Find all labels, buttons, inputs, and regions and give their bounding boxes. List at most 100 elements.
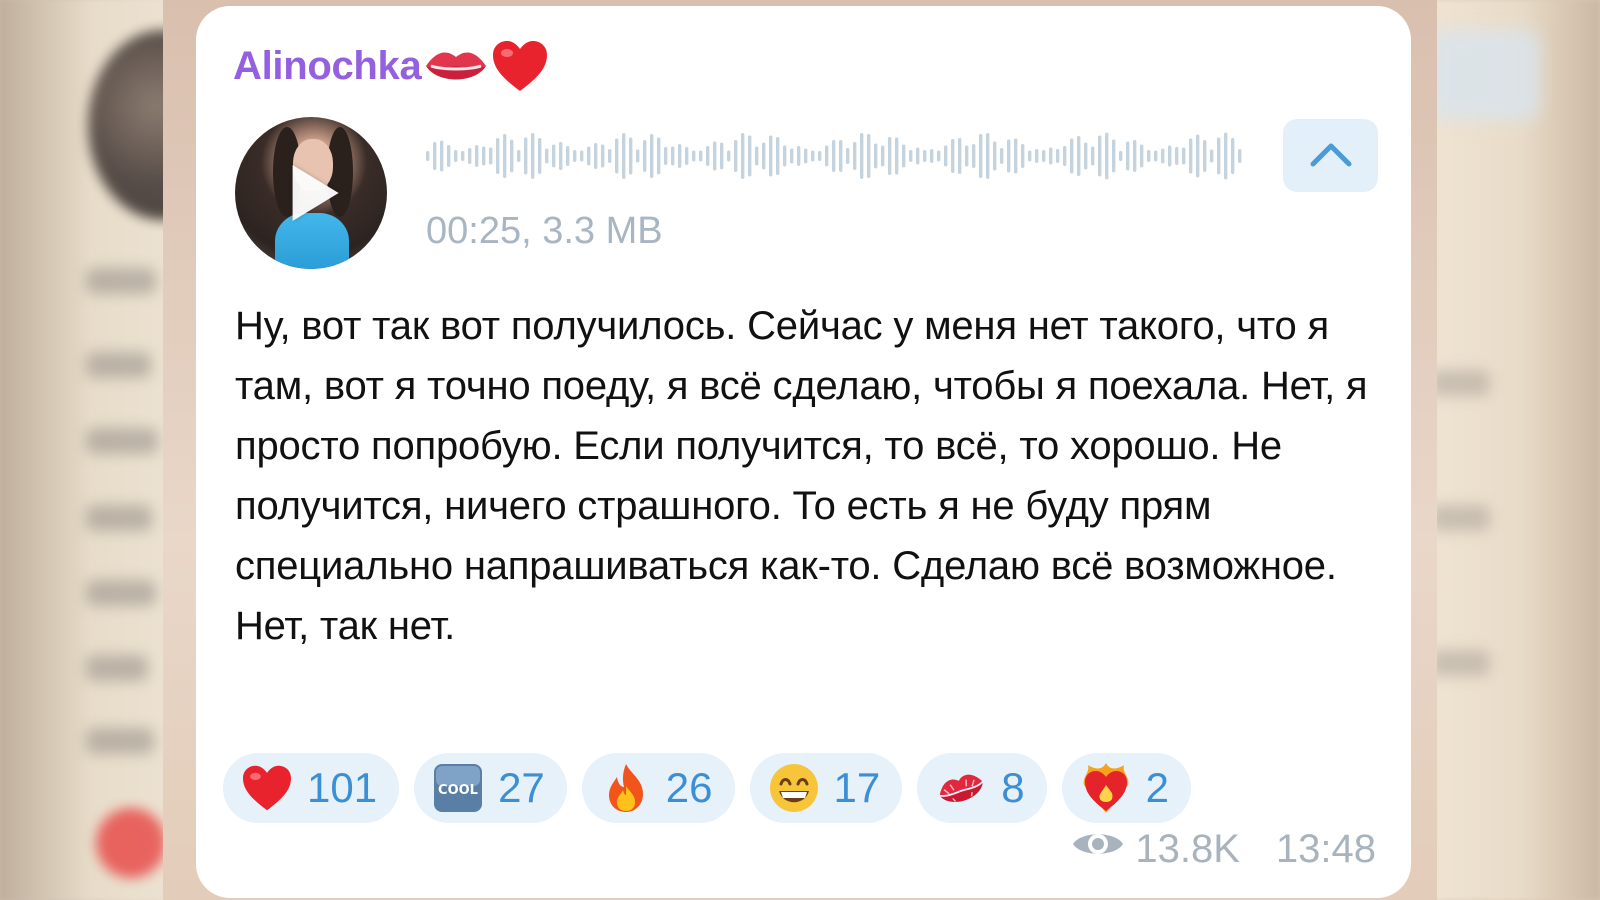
kiss-mark-icon <box>935 762 987 814</box>
audio-waveform[interactable] <box>426 128 1246 184</box>
lips-icon <box>423 44 489 88</box>
waveform-bar <box>944 145 948 167</box>
waveform-bar <box>895 137 899 175</box>
waveform-bar <box>853 142 857 170</box>
reaction-count: 8 <box>1001 764 1025 811</box>
thumbnail-shirt <box>275 213 349 269</box>
waveform-bar <box>678 144 682 168</box>
waveform-bar <box>762 142 766 170</box>
waveform-bar <box>1105 132 1109 180</box>
reaction-heart-on-fire[interactable]: 2 <box>1061 753 1191 823</box>
waveform-bar <box>538 138 542 174</box>
eye-icon <box>1071 826 1125 872</box>
waveform-bar <box>1126 141 1130 171</box>
play-icon[interactable] <box>292 165 339 221</box>
waveform-bar <box>755 146 759 166</box>
waveform-bar <box>601 144 605 168</box>
waveform-bar <box>923 150 927 162</box>
waveform-bar <box>839 140 843 172</box>
reaction-fire[interactable]: 26 <box>581 753 735 823</box>
waveform-bar <box>692 150 696 162</box>
waveform-bar <box>664 147 668 165</box>
waveform-bar <box>1238 149 1242 163</box>
waveform-bar <box>748 135 752 177</box>
waveform-bar <box>1182 147 1186 165</box>
waveform-bar <box>1161 148 1165 164</box>
waveform-bar <box>517 150 521 162</box>
video-note-thumbnail[interactable] <box>235 117 387 269</box>
waveform-bar <box>510 139 514 173</box>
reaction-heart[interactable]: 101 <box>223 753 400 823</box>
waveform-bar <box>1070 138 1074 174</box>
reaction-cool[interactable]: COOL 27 <box>414 753 567 823</box>
message-footer: 13.8K 13:48 <box>1071 826 1376 872</box>
waveform-bar <box>636 149 640 163</box>
waveform-bar <box>580 150 584 162</box>
waveform-bar <box>965 145 969 167</box>
waveform-bar <box>937 150 941 162</box>
waveform-bar <box>1063 146 1067 166</box>
waveform-bar <box>454 150 458 162</box>
waveform-bar <box>566 146 570 166</box>
waveform-bar <box>1098 135 1102 177</box>
waveform-bar <box>888 137 892 175</box>
waveform-bar <box>461 151 465 161</box>
fire-icon <box>600 762 652 814</box>
reaction-kiss[interactable]: 8 <box>917 753 1047 823</box>
waveform-bar <box>657 137 661 175</box>
waveform-bar <box>622 133 626 179</box>
reaction-count: 17 <box>833 764 881 811</box>
waveform-bar <box>1056 149 1060 163</box>
waveform-bar <box>951 139 955 173</box>
waveform-bar <box>867 134 871 178</box>
waveform-bar <box>671 146 675 166</box>
waveform-bar <box>958 138 962 174</box>
waveform-bar <box>496 138 500 174</box>
waveform-bar <box>1021 144 1025 168</box>
waveform-bar <box>783 145 787 167</box>
sender-name[interactable]: Alinochka <box>233 44 422 89</box>
waveform-bar <box>804 148 808 164</box>
waveform-bar <box>972 144 976 168</box>
waveform-bar <box>1154 150 1158 162</box>
waveform-bar <box>1042 150 1046 162</box>
waveform-bar <box>559 142 563 170</box>
reaction-count: 26 <box>665 764 713 811</box>
waveform-bar <box>1133 140 1137 172</box>
reaction-grin[interactable]: 17 <box>749 753 903 823</box>
waveform-bar <box>706 146 710 166</box>
waveform-bar <box>1140 144 1144 168</box>
collapse-transcript-button[interactable] <box>1283 119 1378 192</box>
waveform-bar <box>1224 132 1228 180</box>
waveform-bar <box>930 149 934 163</box>
waveform-bar <box>979 134 983 178</box>
waveform-bar <box>1175 147 1179 165</box>
background-heart-blur <box>96 808 166 878</box>
waveform-bar <box>1112 139 1116 173</box>
waveform-bar <box>1217 137 1221 175</box>
waveform-bar <box>790 148 794 164</box>
waveform-bar <box>1168 145 1172 167</box>
reactions-bar: 101 COOL 27 26 17 8 2 <box>223 753 1191 823</box>
grinning-face-icon <box>768 762 820 814</box>
waveform-bar <box>503 134 507 178</box>
cool-icon: COOL <box>432 762 484 814</box>
waveform-bar <box>1091 146 1095 166</box>
waveform-bar <box>608 149 612 163</box>
waveform-bar <box>1189 138 1193 174</box>
waveform-bar <box>573 150 577 162</box>
waveform-bar <box>909 150 913 162</box>
waveform-bar <box>643 140 647 172</box>
waveform-bar <box>615 138 619 174</box>
reaction-count: 101 <box>307 764 378 811</box>
waveform-bar <box>629 137 633 175</box>
waveform-bar <box>881 145 885 167</box>
waveform-bar <box>1231 138 1235 174</box>
waveform-bar <box>468 148 472 164</box>
waveform-bar <box>713 141 717 171</box>
waveform-bar <box>1077 136 1081 176</box>
waveform-bar <box>685 147 689 165</box>
waveform-bar <box>1210 149 1214 163</box>
waveform-bar <box>1084 142 1088 170</box>
waveform-bar <box>1196 134 1200 178</box>
